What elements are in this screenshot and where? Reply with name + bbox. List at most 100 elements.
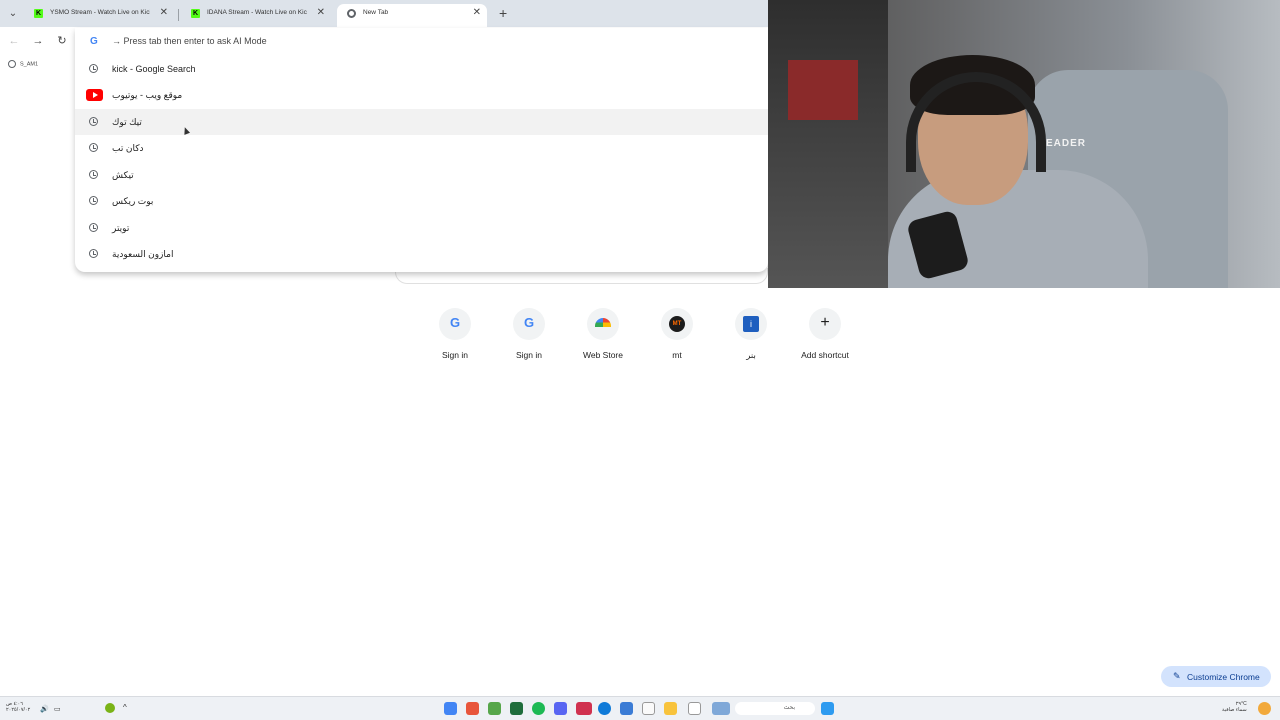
tab-ysmo[interactable]: K YSMO Stream - Watch Live on Kick ✕ — [24, 4, 174, 27]
reload-icon[interactable]: ↻ — [54, 33, 70, 49]
taskbar-clock[interactable]: ٤:٠٦ ص ٢٠٢٥/٠٧/٠٢ — [6, 701, 30, 713]
close-icon[interactable]: ✕ — [317, 7, 325, 18]
shortcut-sign-in-1[interactable]: G Sign in — [418, 308, 492, 368]
forward-icon[interactable]: → — [30, 33, 46, 49]
suggestion-item[interactable]: دكان تب — [75, 135, 768, 161]
kick-icon: K — [191, 9, 200, 18]
tab-divider — [178, 9, 179, 21]
webcam-background-wall — [768, 0, 888, 288]
shortcut-label: mt — [672, 350, 682, 360]
excel-icon[interactable] — [510, 702, 523, 715]
tab-title: New Tab — [363, 9, 389, 16]
suggestion-label: kick - Google Search — [112, 64, 196, 74]
close-icon[interactable]: ✕ — [160, 7, 168, 18]
history-icon — [89, 196, 98, 205]
folder-icon[interactable] — [664, 702, 677, 715]
chrome-web-store-icon — [595, 318, 611, 327]
volume-icon[interactable]: 🔊 — [40, 705, 49, 713]
suggestion-item[interactable]: موقع ويب - يوتيوب — [75, 82, 768, 108]
windows-start-icon[interactable] — [821, 702, 834, 715]
chair-brand-text: EADER — [1046, 138, 1087, 149]
suggestion-item[interactable]: تيك توك — [75, 109, 768, 135]
clock-date: ٢٠٢٥/٠٧/٠٢ — [6, 707, 31, 713]
plus-icon: + — [820, 314, 830, 331]
app-icon[interactable] — [488, 702, 501, 715]
suggestion-label: موقع ويب - يوتيوب — [112, 90, 183, 100]
suggestion-item[interactable]: امازون السعودية — [75, 241, 768, 267]
omnibox-input[interactable]: G → Press tab then enter to ask AI Mode — [75, 28, 768, 55]
bookmark-label: S_AM1 — [20, 61, 39, 68]
suggestion-label: امازون السعودية — [112, 249, 174, 259]
calendar-icon[interactable] — [642, 702, 655, 715]
customize-chrome-label: Customize Chrome — [1187, 672, 1260, 682]
app-tray-icon[interactable] — [105, 703, 115, 713]
suggestion-label: بوت ريكس — [112, 196, 154, 206]
app-icon[interactable] — [620, 702, 633, 715]
close-icon[interactable]: ✕ — [473, 7, 481, 18]
chevron-up-icon[interactable]: ^ — [123, 703, 127, 712]
youtube-icon — [86, 89, 103, 101]
add-shortcut-button[interactable]: + Add shortcut — [788, 308, 862, 368]
screen: ⌄ K YSMO Stream - Watch Live on Kick ✕ K… — [0, 0, 1280, 720]
shortcut-label: Sign in — [442, 350, 468, 360]
new-tab-button[interactable]: + — [499, 5, 507, 21]
history-icon — [89, 170, 98, 179]
chrome-icon[interactable] — [444, 702, 457, 715]
tab-idana[interactable]: K IDANA Stream - Watch Live on Kick ✕ — [181, 4, 331, 27]
shortcut-label: Sign in — [516, 350, 542, 360]
omnibox-dropdown: G → Press tab then enter to ask AI Mode … — [75, 28, 768, 272]
taskbar: ٤:٠٦ ص ٢٠٢٥/٠٧/٠٢ 🔊 ▭ ^ بحث ٢٩°C سماء صا… — [0, 696, 1280, 720]
suggestion-label: دكان تب — [112, 143, 144, 153]
tab-new-tab[interactable]: New Tab ✕ — [337, 4, 487, 27]
history-icon — [89, 64, 98, 73]
back-icon[interactable]: ← — [6, 33, 22, 49]
app-icon[interactable] — [466, 702, 479, 715]
google-icon: G — [90, 36, 98, 47]
chrome-icon — [347, 9, 356, 18]
suggestion-item[interactable]: kick - Google Search — [75, 56, 768, 82]
window-icon[interactable] — [688, 702, 701, 715]
history-icon — [89, 223, 98, 232]
suggestion-label: تيكش — [112, 170, 134, 180]
shortcut-bnr[interactable]: i بنر — [714, 308, 788, 368]
bnr-icon: i — [743, 316, 759, 332]
tab-title: IDANA Stream - Watch Live on Kick — [207, 9, 307, 16]
spotify-icon[interactable] — [532, 702, 545, 715]
google-icon: G — [449, 315, 461, 330]
suggestion-label: تيك توك — [112, 117, 142, 127]
tab-title: YSMO Stream - Watch Live on Kick — [50, 9, 150, 16]
wifi-icon[interactable]: ▭ — [54, 705, 61, 713]
shortcut-label: Web Store — [582, 350, 623, 360]
suggestion-item[interactable]: تيكش — [75, 162, 768, 188]
suggestion-label: تويتر — [112, 223, 130, 233]
weather-sun-icon — [1258, 702, 1271, 715]
weather-text: سماء صافية — [1222, 707, 1247, 713]
weather-widget[interactable]: ٢٩°C سماء صافية — [1222, 701, 1247, 713]
webcam-overlay: EADER — [768, 0, 1280, 288]
omnibox-hint: → Press tab then enter to ask AI Mode — [112, 36, 267, 46]
app-icon[interactable] — [576, 702, 592, 715]
customize-chrome-button[interactable]: ✎ Customize Chrome — [1161, 666, 1271, 687]
shortcut-sign-in-2[interactable]: G Sign in — [492, 308, 566, 368]
suggestion-item[interactable]: تويتر — [75, 215, 768, 241]
shortcut-mt[interactable]: MT mt — [640, 308, 714, 368]
suggestion-item[interactable]: بوت ريكس — [75, 188, 768, 214]
shortcut-web-store[interactable]: Web Store — [566, 308, 640, 368]
mt-icon: MT — [669, 316, 685, 332]
history-icon — [89, 117, 98, 126]
tab-search-button[interactable]: ⌄ — [4, 5, 22, 22]
app-icon[interactable] — [712, 702, 730, 715]
webcam-shelf — [788, 60, 858, 120]
discord-icon[interactable] — [554, 702, 567, 715]
shortcut-label: Add shortcut — [801, 350, 849, 360]
shortcut-label: بنر — [746, 350, 756, 360]
bookmark-item[interactable]: S_AM1 — [8, 60, 38, 68]
edge-icon[interactable] — [598, 702, 611, 715]
history-icon — [89, 249, 98, 258]
taskbar-search[interactable]: بحث — [735, 702, 815, 715]
pencil-icon: ✎ — [1173, 671, 1181, 681]
globe-icon — [8, 60, 16, 68]
history-icon — [89, 143, 98, 152]
google-icon: G — [523, 315, 535, 330]
kick-icon: K — [34, 9, 43, 18]
